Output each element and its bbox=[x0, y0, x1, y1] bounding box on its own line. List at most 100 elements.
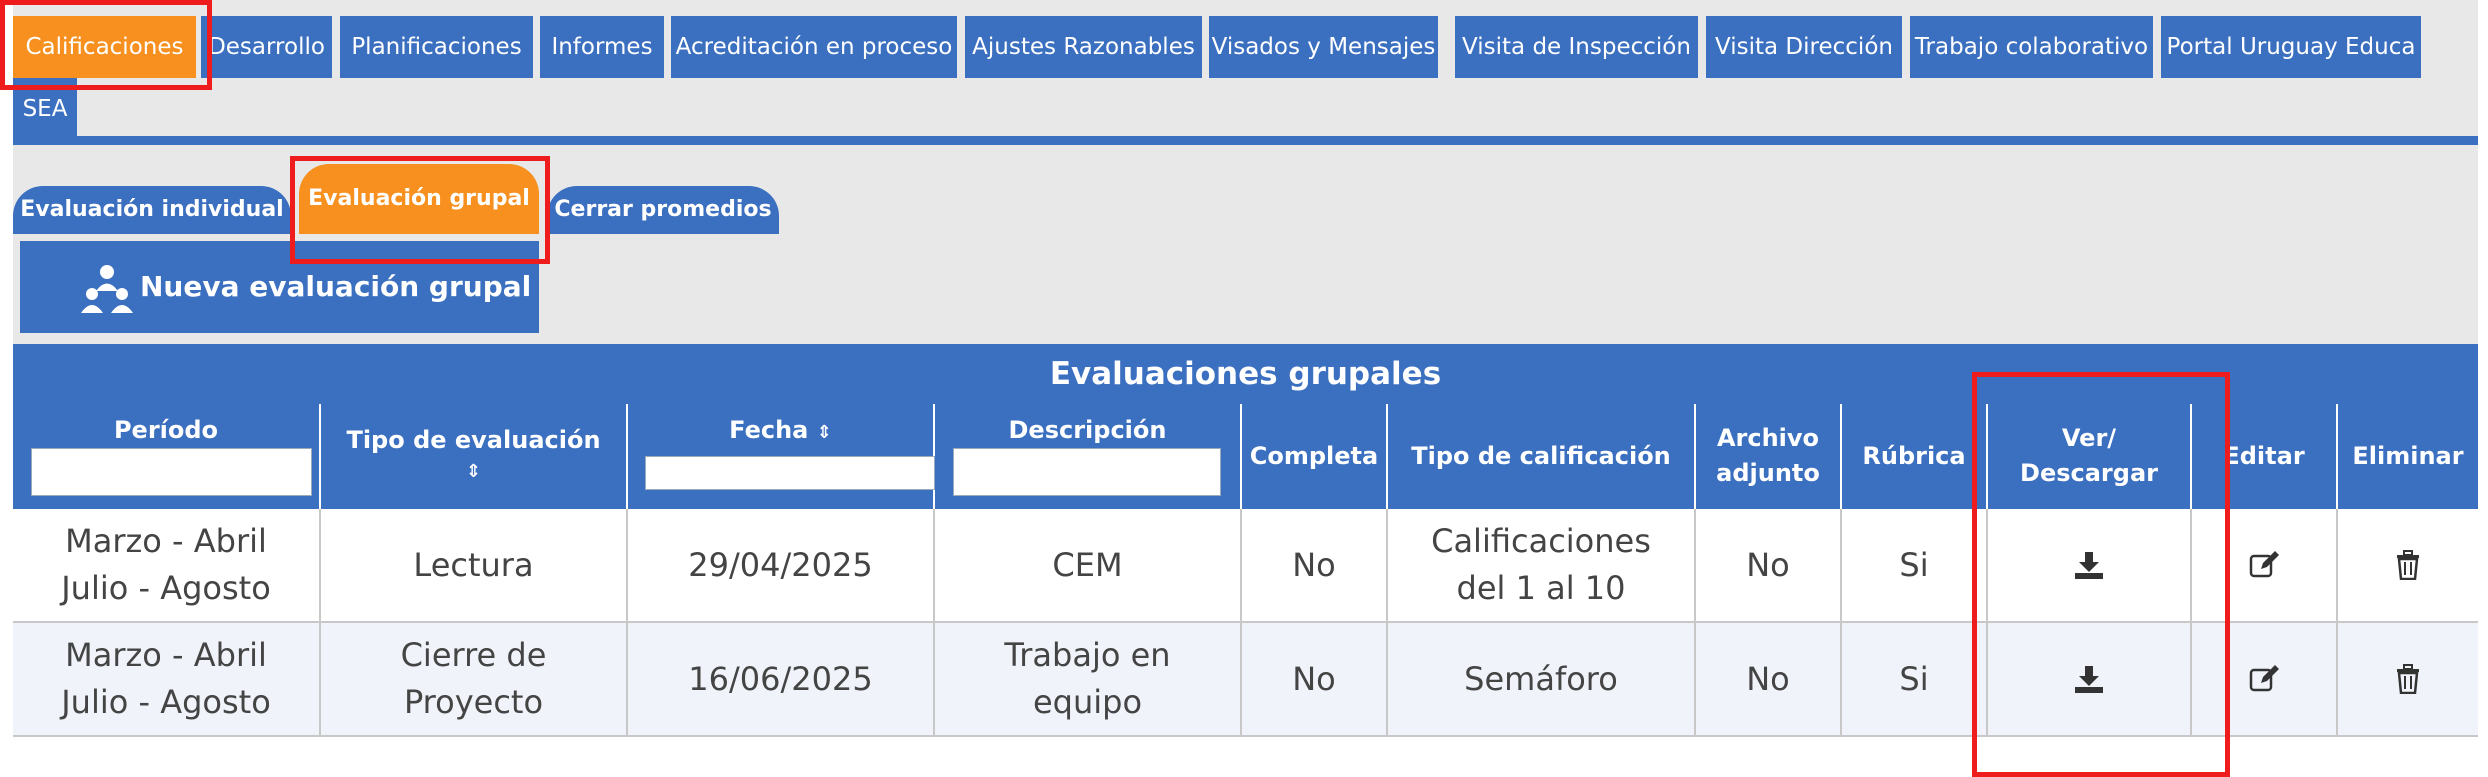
header-periodo-label: Período bbox=[113, 416, 219, 444]
header-tipo-calificacion-label: Tipo de calificación bbox=[1411, 442, 1671, 470]
new-group-evaluation-button[interactable]: Nueva evaluación grupal bbox=[20, 241, 539, 333]
row-periodo-line1: Marzo - Abril bbox=[65, 522, 267, 560]
header-fecha-label: Fecha bbox=[729, 416, 809, 444]
edit-icon[interactable] bbox=[2249, 550, 2279, 580]
cell-descripcion: Trabajo en equipo bbox=[935, 623, 1242, 735]
header-fecha: Fecha ⇕ bbox=[628, 404, 935, 509]
tab-visita-direccion[interactable]: Visita Dirección bbox=[1706, 16, 1902, 78]
download-icon[interactable] bbox=[2074, 664, 2104, 694]
header-rubrica: Rúbrica bbox=[1842, 404, 1988, 509]
tab-portal-uruguay-educa[interactable]: Portal Uruguay Educa bbox=[2161, 16, 2421, 78]
cell-eliminar bbox=[2338, 623, 2478, 735]
cell-editar bbox=[2192, 623, 2338, 735]
cell-archivo: No bbox=[1696, 509, 1842, 621]
row-rubrica: Si bbox=[1899, 659, 1929, 698]
header-descripcion: Descripción bbox=[935, 404, 1242, 509]
row-descripcion: CEM bbox=[1052, 545, 1123, 584]
tab-visita-inspeccion[interactable]: Visita de Inspección bbox=[1455, 16, 1698, 78]
table-row: Marzo - Abril Julio - Agosto Cierre de Pro… bbox=[13, 623, 2478, 735]
row-fecha: 29/04/2025 bbox=[688, 545, 873, 584]
menu-divider bbox=[13, 136, 2478, 145]
header-editar-label: Editar bbox=[2223, 442, 2305, 470]
trash-icon[interactable] bbox=[2393, 664, 2423, 694]
row-calificacion-line2: del 1 al 10 bbox=[1456, 569, 1626, 607]
cell-periodo: Marzo - Abril Julio - Agosto bbox=[13, 623, 321, 735]
header-rubrica-label: Rúbrica bbox=[1862, 442, 1966, 470]
row-rubrica: Si bbox=[1899, 545, 1929, 584]
header-archivo-line1: Archivo bbox=[1716, 424, 1820, 452]
header-tipo-calificacion: Tipo de calificación bbox=[1388, 404, 1696, 509]
cell-descripcion: CEM bbox=[935, 509, 1242, 621]
header-ver-descargar: Ver/ Descargar bbox=[1988, 404, 2192, 509]
tab-sea[interactable]: SEA bbox=[13, 78, 77, 140]
filter-descripcion-input[interactable] bbox=[953, 448, 1221, 496]
row-periodo-line2: Julio - Agosto bbox=[61, 683, 271, 721]
tab-informes[interactable]: Informes bbox=[540, 16, 664, 78]
row-divider bbox=[13, 735, 2478, 737]
cell-eliminar bbox=[2338, 509, 2478, 621]
subtab-evaluacion-individual[interactable]: Evaluación individual bbox=[13, 186, 291, 234]
cell-tipo-evaluacion: Cierre de Proyecto bbox=[321, 623, 628, 735]
row-archivo: No bbox=[1746, 659, 1790, 698]
sort-icon[interactable]: ⇕ bbox=[321, 461, 626, 482]
cell-editar bbox=[2192, 509, 2338, 621]
header-archivo-adjunto: Archivo adjunto bbox=[1696, 404, 1842, 509]
header-editar: Editar bbox=[2192, 404, 2338, 509]
download-icon[interactable] bbox=[2074, 550, 2104, 580]
header-ver-line1: Ver/ bbox=[2061, 424, 2117, 452]
filter-fecha-input[interactable] bbox=[645, 456, 935, 490]
cell-ver-descargar bbox=[1988, 509, 2192, 621]
header-eliminar: Eliminar bbox=[2338, 404, 2478, 509]
tab-planificaciones[interactable]: Planificaciones bbox=[340, 16, 533, 78]
cell-rubrica: Si bbox=[1842, 509, 1988, 621]
row-descripcion-line2: equipo bbox=[1032, 683, 1143, 721]
cell-fecha: 29/04/2025 bbox=[628, 509, 935, 621]
header-tipo-evaluacion-label: Tipo de evaluación bbox=[346, 426, 601, 454]
header-eliminar-label: Eliminar bbox=[2352, 442, 2464, 470]
cell-tipo-calificacion: Semáforo bbox=[1388, 623, 1696, 735]
cell-fecha: 16/06/2025 bbox=[628, 623, 935, 735]
header-fecha-sortable[interactable]: Fecha ⇕ bbox=[628, 416, 933, 444]
group-users-icon bbox=[81, 265, 133, 313]
new-group-evaluation-label: Nueva evaluación grupal bbox=[140, 270, 532, 303]
row-fecha: 16/06/2025 bbox=[688, 659, 873, 698]
cell-rubrica: Si bbox=[1842, 623, 1988, 735]
edit-icon[interactable] bbox=[2249, 664, 2279, 694]
sort-icon[interactable]: ⇕ bbox=[817, 422, 832, 443]
table-row: Marzo - Abril Julio - Agosto Lectura 29/0… bbox=[13, 509, 2478, 621]
row-descripcion-line1: Trabajo en bbox=[1004, 636, 1171, 674]
row-periodo-line2: Julio - Agosto bbox=[61, 569, 271, 607]
header-tipo-evaluacion[interactable]: Tipo de evaluación ⇕ bbox=[321, 404, 628, 509]
tab-acreditacion[interactable]: Acreditación en proceso bbox=[671, 16, 957, 78]
tab-ajustes-razonables[interactable]: Ajustes Razonables bbox=[965, 16, 1202, 78]
cell-ver-descargar bbox=[1988, 623, 2192, 735]
row-tipo-line1: Cierre de bbox=[400, 636, 547, 674]
subtab-cerrar-promedios[interactable]: Cerrar promedios bbox=[547, 186, 779, 234]
header-archivo-line2: adjunto bbox=[1716, 459, 1820, 487]
row-tipo-line2: Proyecto bbox=[403, 683, 544, 721]
tab-desarrollo[interactable]: Desarrollo bbox=[201, 16, 332, 78]
header-completa: Completa bbox=[1242, 404, 1388, 509]
row-periodo-line1: Marzo - Abril bbox=[65, 636, 267, 674]
page: Calificaciones Desarrollo Planificacione… bbox=[0, 0, 2488, 777]
trash-icon[interactable] bbox=[2393, 550, 2423, 580]
header-ver-line2: Descargar bbox=[2020, 459, 2158, 487]
header-descripcion-label: Descripción bbox=[1008, 416, 1167, 444]
row-calificacion: Semáforo bbox=[1464, 659, 1618, 698]
row-completa: No bbox=[1292, 545, 1336, 584]
tab-trabajo-colaborativo[interactable]: Trabajo colaborativo bbox=[1910, 16, 2153, 78]
tab-visados-mensajes[interactable]: Visados y Mensajes bbox=[1209, 16, 1438, 78]
subtab-evaluacion-grupal[interactable]: Evaluación grupal bbox=[299, 164, 539, 234]
row-completa: No bbox=[1292, 659, 1336, 698]
row-archivo: No bbox=[1746, 545, 1790, 584]
table-title: Evaluaciones grupales bbox=[13, 344, 2478, 404]
header-completa-label: Completa bbox=[1249, 442, 1379, 470]
header-periodo: Período bbox=[13, 404, 321, 509]
filter-periodo-input[interactable] bbox=[31, 448, 312, 496]
cell-tipo-calificacion: Calificaciones del 1 al 10 bbox=[1388, 509, 1696, 621]
row-calificacion-line1: Calificaciones bbox=[1431, 522, 1651, 560]
cell-completa: No bbox=[1242, 623, 1388, 735]
tab-calificaciones[interactable]: Calificaciones bbox=[13, 16, 196, 78]
row-tipo-line1: Lectura bbox=[413, 545, 534, 584]
cell-periodo: Marzo - Abril Julio - Agosto bbox=[13, 509, 321, 621]
